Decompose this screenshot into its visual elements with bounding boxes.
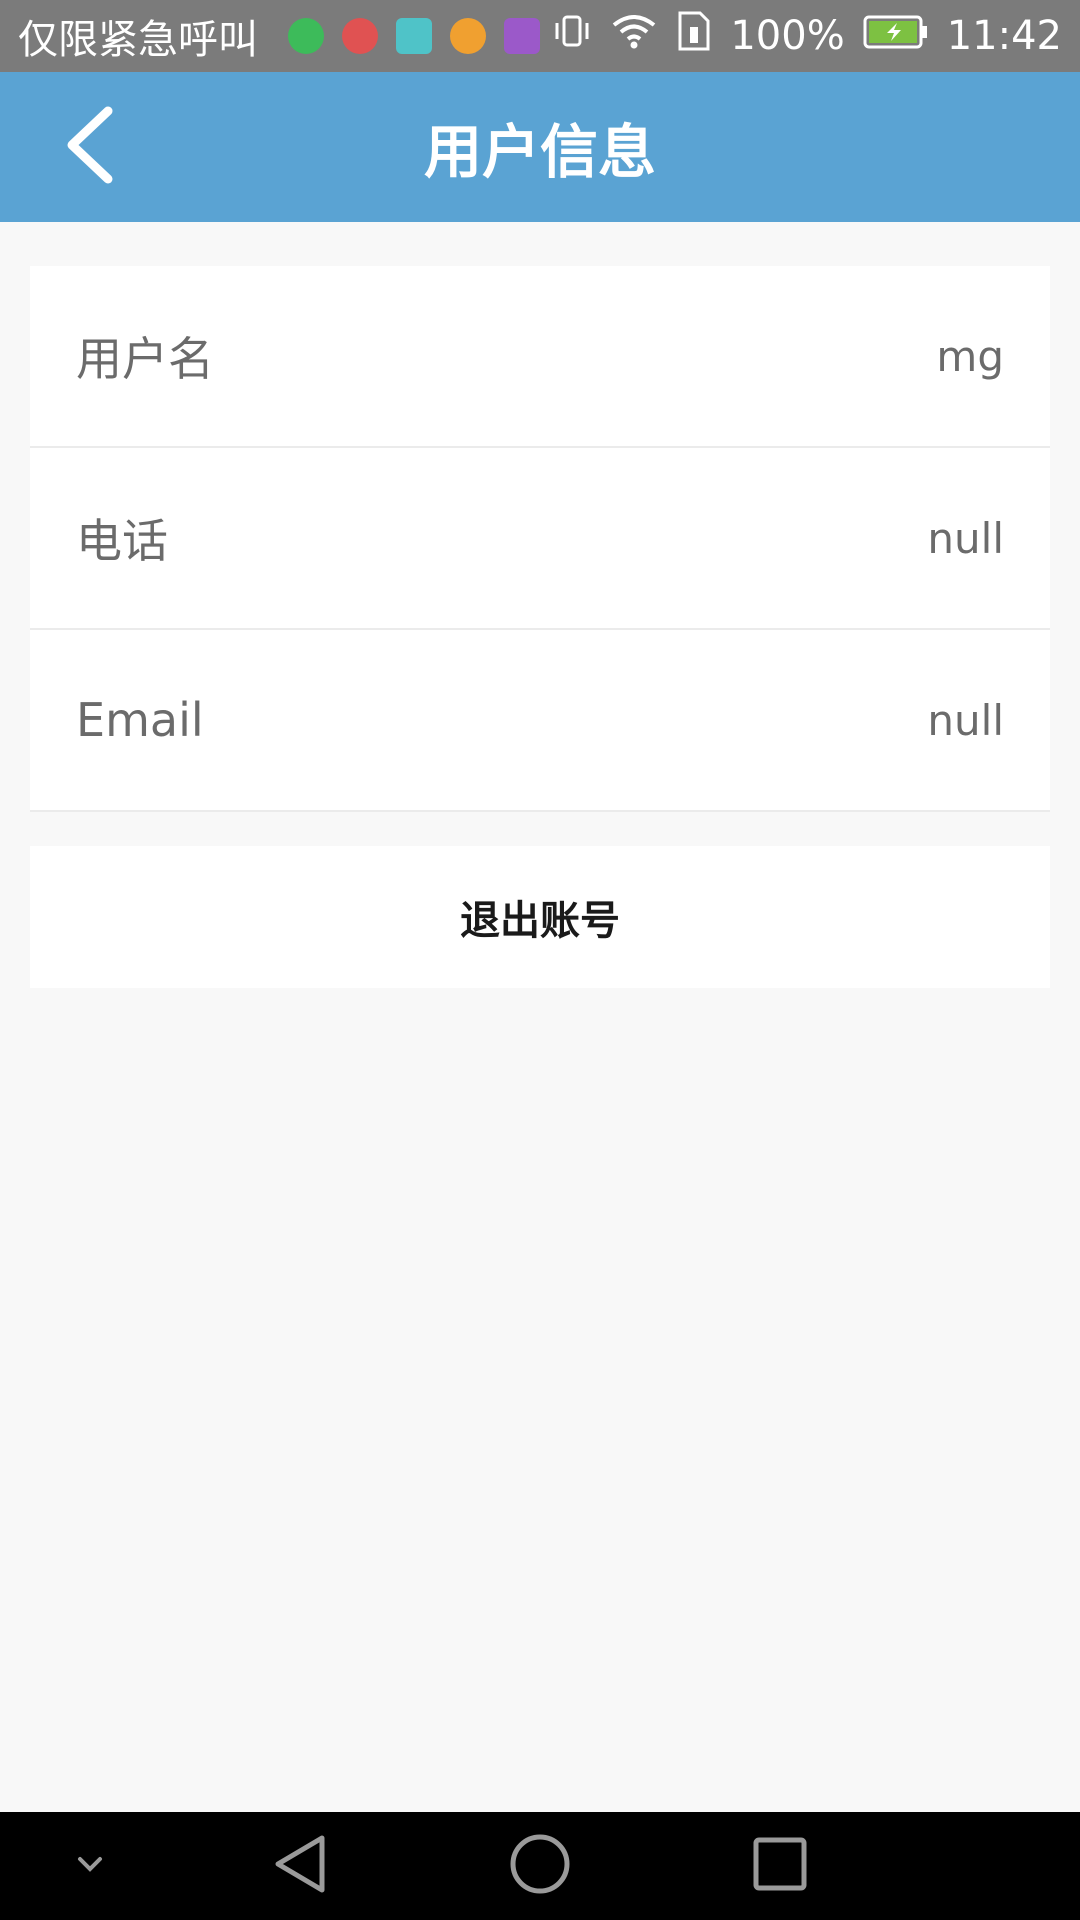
back-triangle-icon [270,1832,330,1900]
user-info-screen: 仅限紧急呼叫 100% 11:42 用户信息 用户名 mg 电话 null Em… [0,0,1080,1920]
username-value: mg [936,331,1004,381]
navigation-bar [0,1812,1080,1920]
phone-label: 电话 [76,514,168,568]
back-button[interactable] [40,102,140,192]
hide-keyboard-button[interactable] [50,1812,130,1920]
username-row: 用户名 mg [30,266,1050,448]
logout-button[interactable]: 退出账号 [30,846,1050,988]
battery-percent: 100% [730,13,845,59]
username-label: 用户名 [76,332,214,386]
chevron-down-icon [70,1849,110,1883]
android-icon [396,18,432,54]
email-value: null [927,695,1004,745]
orange-app-icon [450,18,486,54]
recents-nav-button[interactable] [730,1812,830,1920]
vibrate-icon [552,11,592,61]
home-nav-button[interactable] [490,1812,590,1920]
sim-icon [676,11,712,61]
back-nav-button[interactable] [250,1812,350,1920]
user-info-card: 用户名 mg 电话 null Email null [30,266,1050,812]
phone-value: null [927,513,1004,563]
battery-charging-icon [863,13,929,59]
carrier-text: 仅限紧急呼叫 [18,17,258,63]
back-arrow-icon [60,105,120,189]
email-row: Email null [30,630,1050,812]
status-bar: 仅限紧急呼叫 100% 11:42 [0,0,1080,72]
email-label: Email [76,693,204,747]
green-app-icon [288,18,324,54]
phone-row: 电话 null [30,448,1050,630]
red-app-icon [342,18,378,54]
page-title: 用户信息 [423,118,656,186]
wifi-icon [610,11,658,61]
clock: 11:42 [946,13,1062,59]
gallery-icon [504,18,540,54]
recents-square-icon [751,1835,809,1897]
title-bar: 用户信息 [0,72,1080,222]
home-circle-icon [508,1832,572,1900]
